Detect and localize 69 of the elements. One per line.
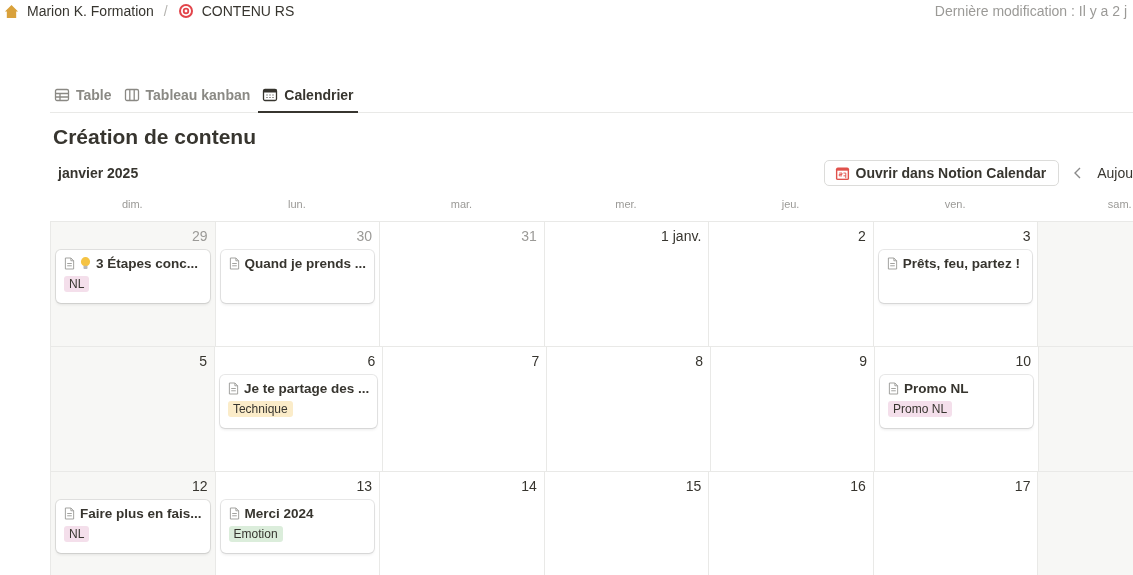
page-icon <box>227 382 239 395</box>
day-number: 3 <box>1022 228 1031 244</box>
event-title: Quand je prends ... <box>244 256 367 271</box>
weekday-label: sam. <box>1106 198 1133 210</box>
day-number: 31 <box>521 228 537 244</box>
today-button[interactable]: Aujou <box>1097 165 1133 181</box>
calendar-icon <box>262 86 279 103</box>
weekday-label: dim. <box>120 198 144 210</box>
last-modified-text: Dernière modification : Il y a 2 j <box>934 3 1127 19</box>
weekday-label: lun. <box>286 198 307 210</box>
day-number: 29 <box>192 228 208 244</box>
tag: NL <box>64 276 90 292</box>
day-number: 13 <box>356 478 373 494</box>
view-tab[interactable]: Table <box>50 78 116 113</box>
day-number: 7 <box>531 353 540 369</box>
page-icon <box>886 257 898 270</box>
database-title: Création de contenu <box>53 125 258 149</box>
day-number: 1 janv. <box>661 228 702 244</box>
breadcrumb-link[interactable]: CONTENU RS <box>177 3 295 19</box>
event-card[interactable]: Quand je prends ... <box>220 250 375 303</box>
page-icon <box>228 507 240 520</box>
month-label: janvier 2025 <box>58 165 139 181</box>
day-number: 9 <box>859 353 868 369</box>
event-title: Promo NL <box>904 381 969 396</box>
lightbulb-icon <box>80 256 91 271</box>
page-icon <box>64 507 75 520</box>
tag: Technique <box>227 401 293 417</box>
day-number: 10 <box>1015 353 1032 369</box>
tag: Promo NL <box>888 401 953 417</box>
tag: NL <box>64 526 90 542</box>
event-card[interactable]: Je te partage des ... Technique <box>219 375 378 428</box>
event-title: Merci 2024 <box>244 506 314 521</box>
event-card[interactable]: Faire plus en fais... NL <box>56 500 210 553</box>
event-card[interactable]: Merci 2024 Emotion <box>220 500 375 553</box>
day-number: 15 <box>685 478 702 494</box>
breadcrumb-separator: / <box>163 3 168 19</box>
event-card[interactable]: Prêts, feu, partez ! <box>878 250 1033 303</box>
event-title: Faire plus en fais... <box>80 506 202 521</box>
event-card[interactable]: 3 Étapes conc... NL <box>56 250 210 303</box>
target-icon <box>177 3 194 19</box>
day-number: 14 <box>521 478 537 494</box>
tag: Emotion <box>228 526 283 542</box>
open-calendar-button[interactable]: Ouvrir dans Notion Calendar <box>823 160 1060 186</box>
event-title: 3 Étapes conc... <box>96 256 199 271</box>
day-number: 17 <box>1014 478 1031 494</box>
day-number: 16 <box>850 478 866 494</box>
event-title: Je te partage des ... <box>243 381 370 396</box>
page-icon <box>228 257 240 270</box>
page-icon <box>64 257 75 270</box>
day-number: 30 <box>356 228 373 244</box>
columns-icon <box>123 86 140 103</box>
breadcrumb-link[interactable]: Marion K. Formation <box>4 3 154 19</box>
day-number: 8 <box>695 353 704 369</box>
view-tab[interactable]: Calendrier <box>258 78 358 113</box>
day-number: 12 <box>192 478 208 494</box>
weekday-label: mar. <box>449 198 474 210</box>
weekday-label: jeu. <box>780 198 801 210</box>
table-icon <box>54 86 70 103</box>
weekday-label: mer. <box>614 198 638 210</box>
day-number: 5 <box>199 353 207 369</box>
event-title: Prêts, feu, partez ! <box>902 256 1020 271</box>
event-card[interactable]: Promo NL Promo NL <box>880 375 1034 428</box>
calendar-icon <box>834 165 850 181</box>
day-number: 2 <box>858 228 866 244</box>
weekday-label: ven. <box>943 198 967 210</box>
day-number: 6 <box>367 353 376 369</box>
view-tab[interactable]: Tableau kanban <box>119 78 255 113</box>
page-icon <box>888 382 900 395</box>
house-icon <box>4 3 19 19</box>
